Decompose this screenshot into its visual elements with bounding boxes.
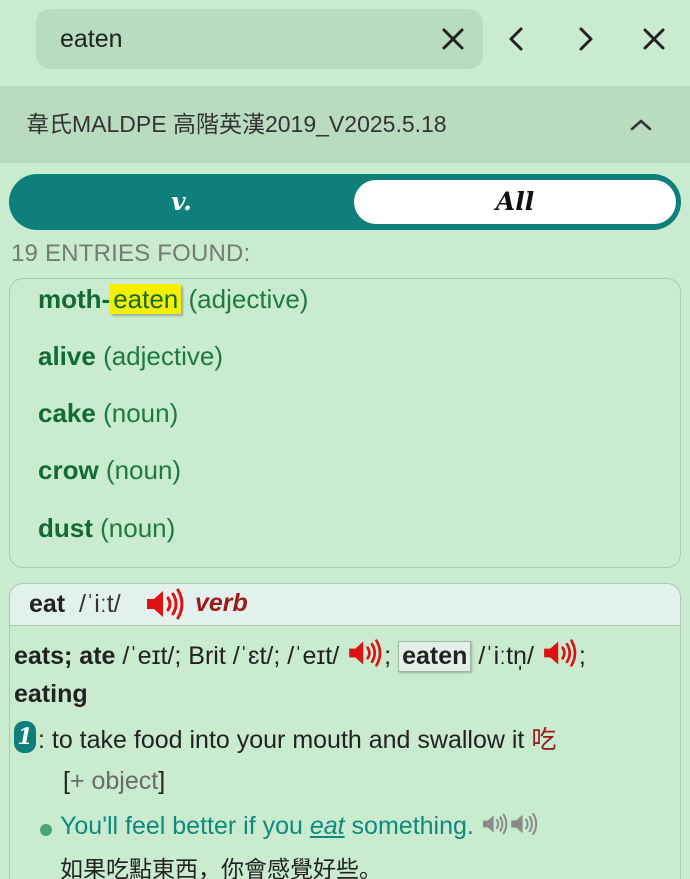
top-bar: eaten [0,0,690,86]
example-bullet [40,824,52,836]
entry-word: dust [38,513,93,543]
entry-pos: (noun) [100,513,176,543]
definition-header: eat /ˈiːt/ verb [10,584,680,626]
entry-pos: (noun) [103,398,179,428]
sense-text: : to take food into your mouth and swall… [38,726,525,754]
form-eaten-highlight[interactable]: eaten [398,641,472,672]
dictionary-title: 韋氏MALDPE 高階英漢2019_V2025.5.18 [26,111,447,137]
previous-result-button[interactable] [500,22,534,56]
dictionary-header[interactable]: 韋氏MALDPE 高階英漢2019_V2025.5.18 [0,86,690,163]
pronunciation: /ˈiːt/ [79,590,121,618]
list-item[interactable]: alive (adjective) [38,336,223,376]
form-eating: eating [14,680,88,708]
speaker-icon[interactable] [481,811,509,844]
entry-pos: (adjective) [103,341,223,371]
headword: eat [29,590,66,618]
entry-word: crow [38,455,99,485]
separator: ; [384,642,392,670]
close-icon [442,28,464,50]
entries-count: 19 ENTRIES FOUND: [11,240,251,267]
search-highlight: eaten [110,284,182,314]
grammar-text: + object [69,767,159,795]
close-icon [643,28,665,50]
pos-filter-toggle: v. All [9,174,681,230]
entry-pos: (noun) [105,455,182,485]
entry-word: cake [38,398,96,428]
form-pronunciation: /ˈeɪt/; Brit /ˈɛt/; /ˈeɪt/ [122,642,340,670]
form-pronunciation: /ˈiːtn̩/ [478,642,534,670]
list-item[interactable]: cake (noun) [38,393,178,433]
example-keyword: eat [309,812,345,840]
list-item[interactable]: crow (noun) [38,450,181,490]
inflected-forms: eats; ate /ˈeɪt/; Brit /ˈɛt/; /ˈeɪt/ ; e… [14,638,586,675]
chevron-left-icon [509,27,523,51]
speaker-icon[interactable] [541,638,579,675]
example-text: You'll feel better if you [60,812,310,840]
entry-pos: (adjective) [188,284,309,314]
speaker-icon[interactable] [509,811,539,844]
next-result-button[interactable] [568,22,602,56]
entry-word: alive [38,341,96,371]
form-eats-ate: eats; ate [14,642,116,670]
close-button[interactable] [637,22,671,56]
list-item[interactable]: moth-eaten (adjective) [38,279,308,319]
separator: ; [578,642,586,670]
bracket-open: [ [63,767,70,795]
speaker-icon[interactable] [144,587,186,626]
part-of-speech: verb [195,589,248,617]
tab-verb[interactable]: v. [9,174,354,230]
chevron-up-icon [630,119,652,131]
sense-translation: 吃 [531,725,557,754]
bracket-close: ] [158,767,166,795]
search-box[interactable]: eaten [36,9,483,69]
inflected-forms-cont: eating [14,680,88,709]
chevron-right-icon [579,27,593,51]
sense-definition: : to take food into your mouth and swall… [38,720,556,756]
sense-number: 1 [14,721,36,753]
collapse-button[interactable] [624,108,658,142]
speaker-icon[interactable] [346,638,384,675]
tab-all[interactable]: All [354,180,676,224]
example-sentence: You'll feel better if you eat something. [60,811,539,844]
entries-list: moth-eaten (adjective) alive (adjective)… [9,278,681,568]
list-item[interactable]: dust (noun) [38,508,175,548]
entry-word-prefix: moth- [38,284,111,314]
grammar-note: [+ object] [63,767,165,796]
search-input[interactable]: eaten [60,9,420,69]
example-text: something. [344,812,474,840]
clear-search-button[interactable] [436,22,470,56]
example-translation: 如果吃點東西，你會感覺好些。 [60,857,382,879]
